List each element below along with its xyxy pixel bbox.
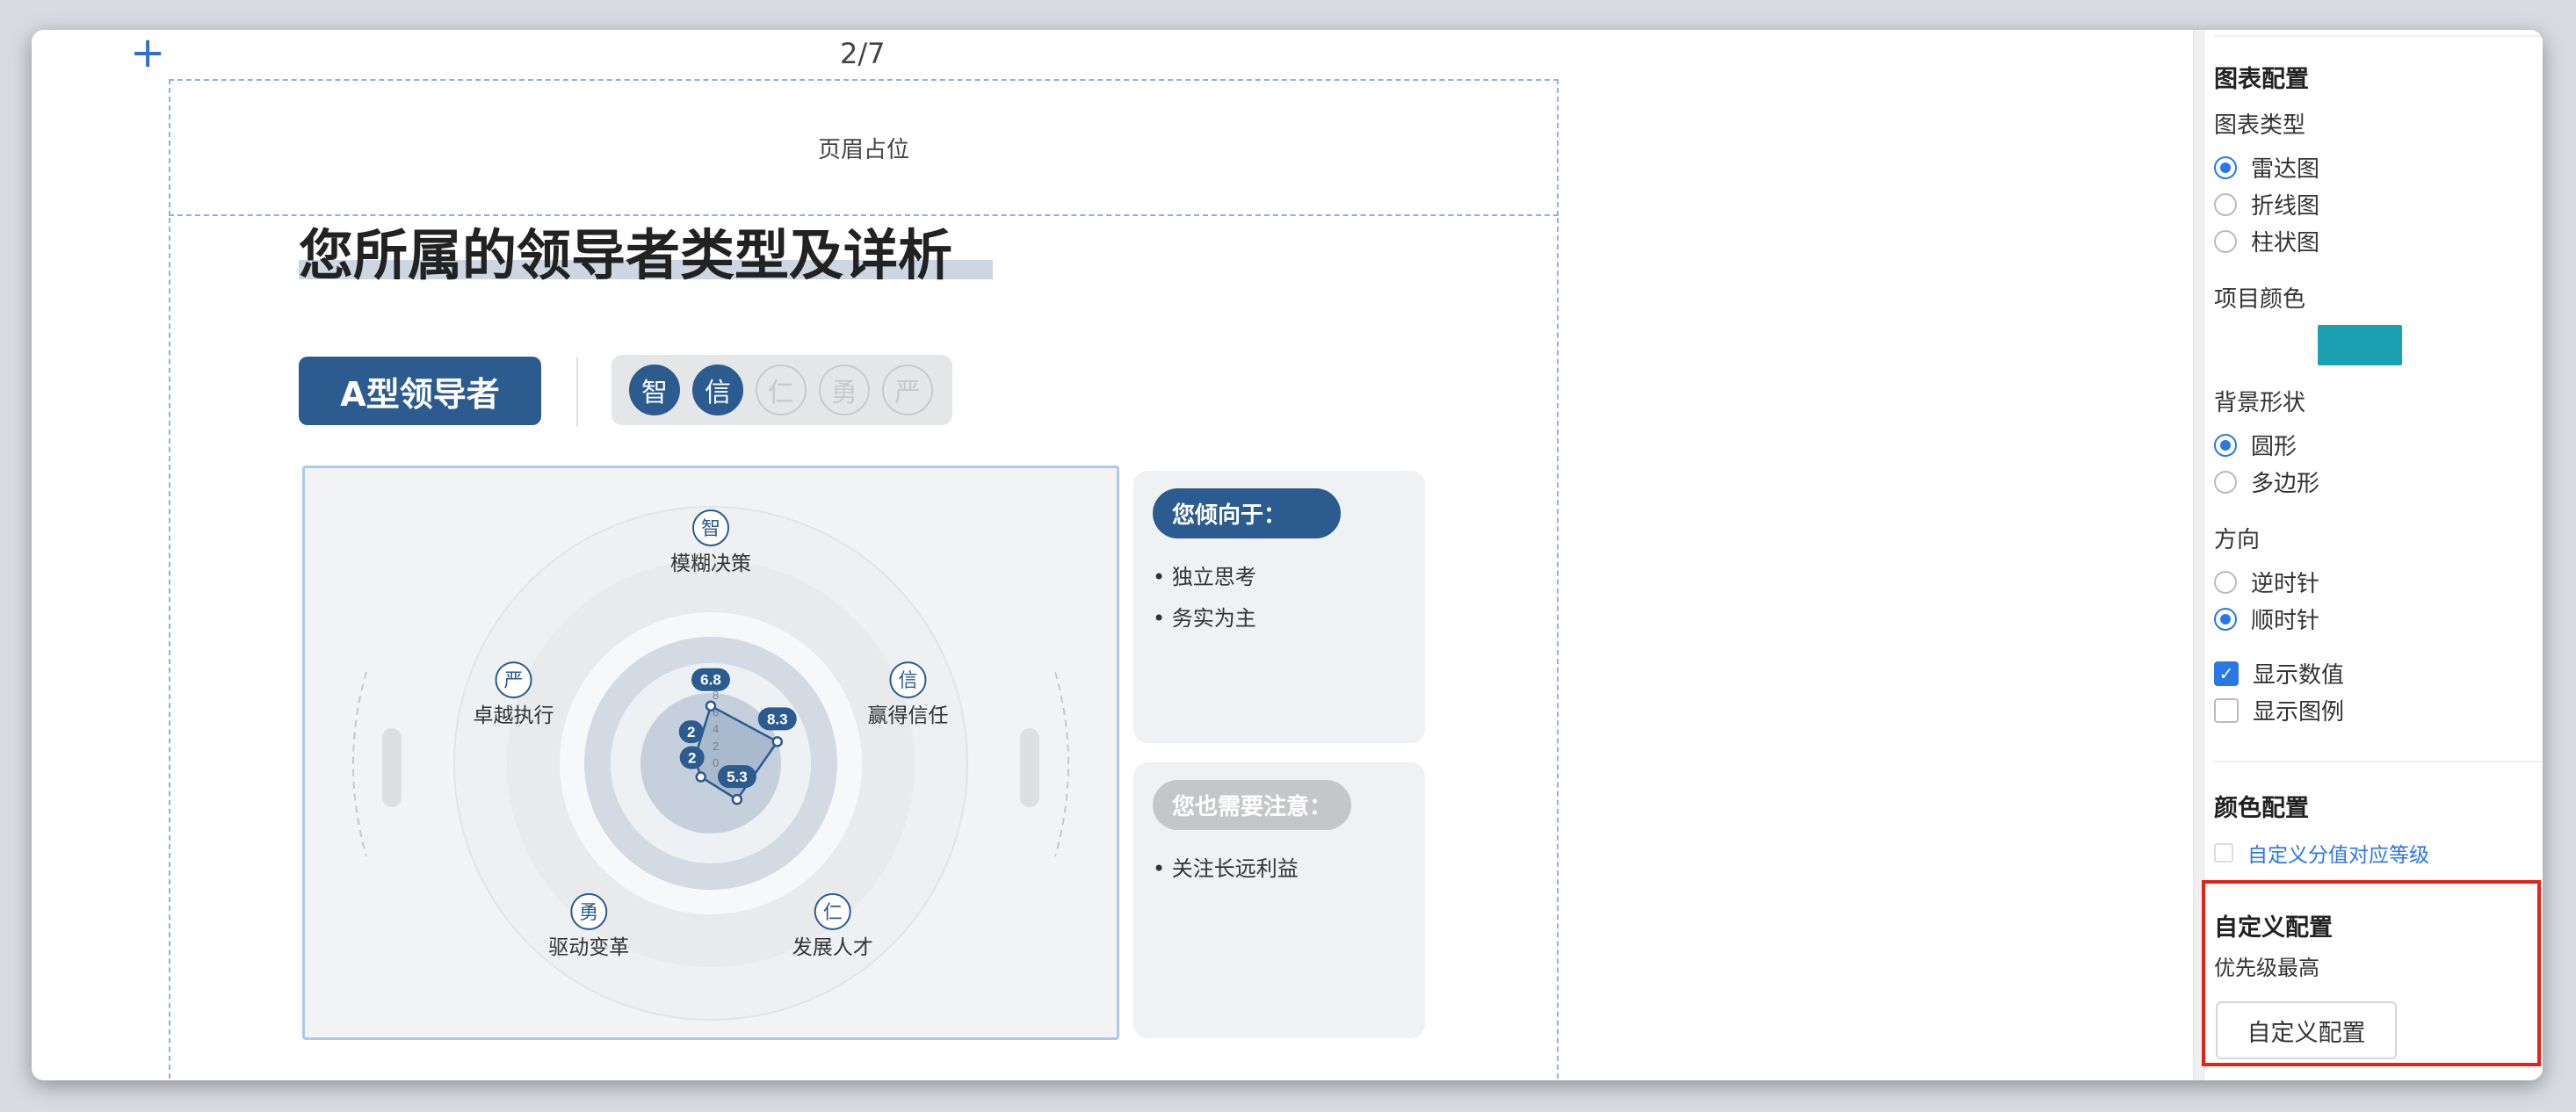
radio-dot	[2214, 155, 2237, 179]
radar-chart-card[interactable]: 02468106.88.35.322智模糊决策信赢得信任仁发展人才勇驱动变革严卓…	[302, 466, 1119, 1040]
axis-label: 发展人才	[792, 936, 873, 959]
axis-icon-char: 智	[701, 518, 720, 540]
radio-circle[interactable]: 圆形	[2214, 429, 2297, 461]
radar-point	[695, 771, 706, 783]
axis-label: 卓越执行	[474, 704, 554, 727]
add-page-icon[interactable]: +	[130, 32, 165, 74]
radio-polygon[interactable]: 多边形	[2214, 466, 2319, 498]
trait-icon: 仁	[756, 365, 807, 415]
list-item: • 独立思考	[1153, 565, 1256, 589]
radio-radar[interactable]: 雷达图	[2214, 151, 2319, 184]
page-title[interactable]: 您所属的领导者类型及详析	[299, 211, 952, 290]
checkbox-box	[2214, 697, 2239, 723]
divider	[576, 357, 578, 427]
decor-pill-left	[382, 728, 402, 807]
trait-icon: 信	[692, 365, 743, 415]
radio-counterclockwise[interactable]: 逆时针	[2214, 566, 2319, 598]
axis-label: 模糊决策	[670, 552, 751, 575]
value-label: 2	[688, 750, 696, 767]
color-config-title: 颜色配置	[2214, 795, 2309, 822]
leader-type-badge[interactable]: A型领导者	[299, 357, 541, 425]
direction-label: 方向	[2214, 527, 2261, 553]
value-label: 6.8	[700, 672, 721, 689]
radar-point	[771, 736, 784, 747]
chart-config-title: 图表配置	[2214, 66, 2309, 93]
axis-label: 赢得信任	[867, 704, 948, 727]
axis-icon-char: 严	[504, 670, 524, 692]
item-color-swatch[interactable]	[2318, 325, 2402, 365]
axis-icon-char: 信	[898, 670, 917, 692]
radio-bar[interactable]: 柱状图	[2214, 225, 2319, 257]
radio-dot	[2214, 570, 2237, 594]
bg-shape-label: 背景形状	[2214, 390, 2306, 416]
trait-icon: 严	[882, 365, 933, 415]
list-item: • 务实为主	[1153, 606, 1256, 631]
divider	[2214, 35, 2543, 37]
checkbox-box	[2214, 843, 2233, 863]
radar-chart: 02468106.88.35.322智模糊决策信赢得信任仁发展人才勇驱动变革严卓…	[352, 506, 1069, 1021]
radio-dot	[2214, 470, 2237, 494]
radio-dot	[2214, 607, 2237, 631]
radio-dot	[2214, 229, 2237, 253]
trait-icons-group[interactable]: 智 信 仁 勇 严	[611, 355, 952, 425]
radio-line[interactable]: 折线图	[2214, 188, 2319, 220]
radio-clockwise[interactable]: 顺时针	[2214, 603, 2319, 635]
radar-point	[731, 793, 743, 805]
trait-icon: 勇	[819, 365, 870, 415]
divider	[2214, 761, 2543, 762]
tendency-title: 您倾向于：	[1153, 488, 1341, 538]
chart-type-label: 图表类型	[2214, 112, 2306, 139]
tendency-list: • 独立思考 • 务实为主	[1153, 560, 1406, 632]
item-color-label: 项目颜色	[2214, 286, 2306, 313]
trait-icon: 智	[629, 365, 680, 415]
radio-dot	[2214, 433, 2237, 457]
header-placeholder-text: 页眉占位	[817, 136, 909, 163]
attention-list: • 关注长远利益	[1153, 851, 1406, 882]
show-legend-checkbox[interactable]: 显示图例	[2214, 694, 2344, 726]
editor-canvas: + 2/7 页眉占位 您所属的领导者类型及详析 A型领导者 智 信 仁 勇 严 …	[32, 30, 2193, 1080]
attention-title: 您也需要注意：	[1153, 780, 1352, 830]
decor-pill-right	[1020, 728, 1039, 807]
axis-icon-char: 勇	[579, 902, 598, 924]
attention-card[interactable]: 您也需要注意： • 关注长远利益	[1133, 762, 1425, 1038]
value-label: 2	[687, 724, 695, 740]
header-placeholder[interactable]: 页眉占位	[169, 79, 1559, 216]
show-values-checkbox[interactable]: ✓ 显示数值	[2214, 657, 2344, 690]
decor-arc-left	[352, 671, 367, 857]
page-indicator: 2/7	[840, 37, 886, 70]
app-window: + 2/7 页眉占位 您所属的领导者类型及详析 A型领导者 智 信 仁 勇 严 …	[32, 30, 2543, 1080]
highlight-box	[2202, 880, 2541, 1066]
check-icon: ✓	[2214, 661, 2239, 686]
axis-label: 驱动变革	[548, 936, 629, 959]
tendency-card[interactable]: 您倾向于： • 独立思考 • 务实为主	[1133, 471, 1425, 743]
radar-point	[705, 700, 717, 711]
list-item: • 关注长远利益	[1153, 856, 1299, 881]
custom-level-checkbox[interactable]: 自定义分值对应等级	[2214, 838, 2429, 868]
value-label: 5.3	[727, 769, 748, 785]
axis-icon-char: 仁	[823, 902, 843, 924]
decor-arc-right	[1054, 671, 1069, 857]
radio-dot	[2214, 192, 2237, 216]
value-label: 8.3	[767, 711, 788, 727]
